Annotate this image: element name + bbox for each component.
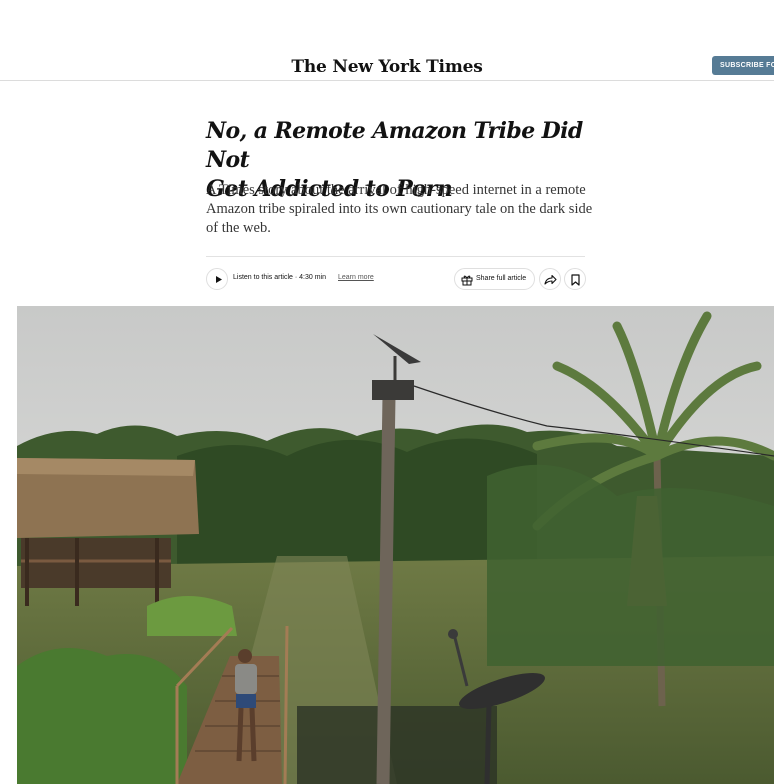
share-arrow-icon [544, 274, 557, 285]
masthead: The New York Times SUBSCRIBE FOR [0, 0, 774, 81]
share-full-article-label: Share full article [476, 275, 527, 282]
learn-more-link[interactable]: Learn more [338, 274, 374, 281]
play-icon [216, 276, 222, 283]
article-summary: A Times story about the arrival of high-… [206, 182, 593, 236]
lead-photo [17, 306, 774, 784]
listen-play-button[interactable] [206, 268, 228, 290]
listen-duration-text: Listen to this article · 4:30 min [233, 274, 326, 281]
headline-line-1: No, a Remote Amazon Tribe Did Not [206, 118, 583, 173]
share-full-article-button[interactable]: Share full article [454, 268, 535, 290]
bookmark-icon [571, 274, 580, 286]
divider [206, 256, 585, 257]
subscribe-button[interactable]: SUBSCRIBE FOR [712, 56, 774, 75]
lead-photo-illustration [17, 306, 774, 784]
nyt-logo[interactable]: The New York Times [0, 57, 774, 77]
save-article-button[interactable] [564, 268, 586, 290]
gift-icon [461, 275, 473, 286]
share-button[interactable] [539, 268, 561, 290]
